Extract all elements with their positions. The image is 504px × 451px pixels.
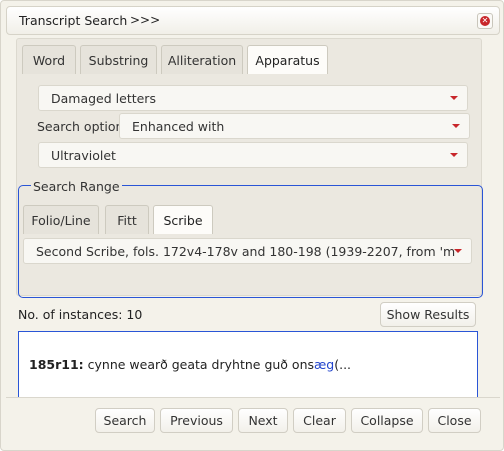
letters-select-value: Damaged letters	[51, 91, 156, 106]
expand-arrows[interactable]: >>>	[130, 13, 160, 27]
close-button[interactable]: Close	[428, 408, 481, 433]
light-select-value: Ultraviolet	[51, 148, 116, 163]
search-options-select[interactable]: Enhanced with	[119, 113, 470, 139]
chevron-down-icon	[450, 153, 458, 157]
chevron-down-icon	[454, 249, 462, 253]
tab-folio-line[interactable]: Folio/Line	[23, 205, 99, 235]
tab-substring[interactable]: Substring	[80, 45, 157, 75]
result-text: cynne wearð geata dryhtne guð ons	[83, 357, 315, 372]
close-icon: ✕	[480, 16, 490, 26]
dialog-titlebar[interactable]: Transcript Search >>> ✕	[6, 6, 500, 35]
chevron-down-icon	[450, 96, 458, 100]
tab-alliteration[interactable]: Alliteration	[161, 45, 243, 75]
results-list[interactable]: 185r11: cynne wearð geata dryhtne guð on…	[18, 331, 478, 402]
tab-fitt[interactable]: Fitt	[105, 205, 149, 235]
search-range-legend: Search Range	[31, 179, 122, 194]
scribe-select-value: Second Scribe, fols. 172v4-178v and 180-…	[36, 244, 456, 259]
next-button[interactable]: Next	[238, 408, 288, 433]
result-text-end: (...	[334, 357, 352, 372]
search-options-value: Enhanced with	[132, 119, 225, 134]
scribe-select[interactable]: Second Scribe, fols. 172v4-178v and 180-…	[23, 238, 472, 264]
chevron-down-icon	[452, 124, 460, 128]
dialog-title: Transcript Search	[19, 13, 128, 28]
transcript-search-dialog: Transcript Search >>> ✕ Word Substring A…	[0, 0, 504, 451]
show-results-button[interactable]: Show Results	[380, 302, 476, 327]
collapse-button[interactable]: Collapse	[351, 408, 423, 433]
instances-count: No. of instances: 10	[18, 307, 143, 322]
search-range-tabs: Folio/Line Fitt Scribe	[23, 205, 476, 236]
result-item[interactable]: 185r11: cynne wearð geata dryhtne guð on…	[29, 357, 351, 372]
search-type-tabs: Word Substring Alliteration Apparatus	[22, 45, 476, 76]
tab-apparatus[interactable]: Apparatus	[247, 45, 328, 76]
clear-button[interactable]: Clear	[293, 408, 346, 433]
close-dialog-button[interactable]: ✕	[477, 13, 493, 29]
previous-button[interactable]: Previous	[160, 408, 233, 433]
search-button[interactable]: Search	[95, 408, 155, 433]
letters-select[interactable]: Damaged letters	[38, 85, 468, 111]
light-select[interactable]: Ultraviolet	[38, 142, 468, 168]
tab-scribe[interactable]: Scribe	[153, 205, 213, 236]
result-highlight: æg	[314, 357, 335, 372]
result-ref: 185r11:	[29, 357, 84, 372]
tab-word[interactable]: Word	[22, 45, 76, 75]
